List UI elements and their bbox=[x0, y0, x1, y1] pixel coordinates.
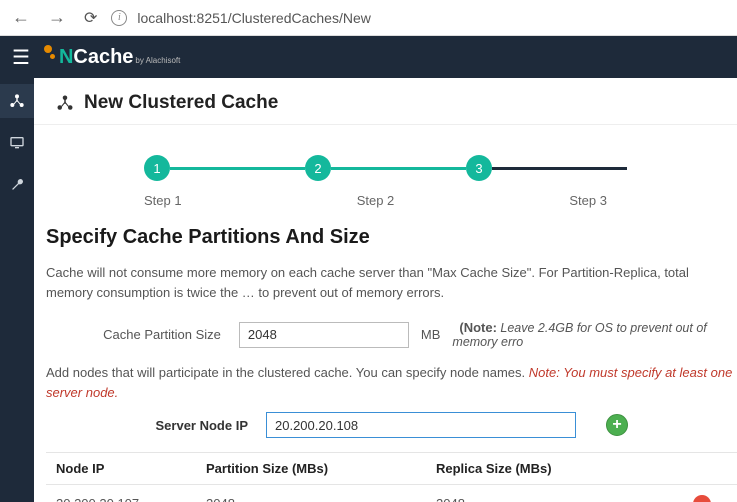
logo-part1: N bbox=[59, 46, 73, 69]
add-nodes-text: Add nodes that will participate in the c… bbox=[46, 365, 529, 380]
table-row: 20.200.20.107 2048 2048 bbox=[46, 485, 737, 502]
forward-icon[interactable]: → bbox=[44, 7, 70, 28]
col-node-ip: Node IP bbox=[46, 453, 196, 485]
section-description: Cache will not consume more memory on ea… bbox=[46, 263, 737, 302]
cell-ip: 20.200.20.107 bbox=[46, 485, 196, 502]
step-2-circle[interactable]: 2 bbox=[305, 155, 331, 181]
step-1-label: Step 1 bbox=[144, 193, 298, 208]
section-title: Specify Cache Partitions And Size bbox=[46, 226, 737, 249]
back-icon[interactable]: ← bbox=[8, 7, 34, 28]
monitor-icon bbox=[9, 135, 25, 151]
server-node-row: Server Node IP + bbox=[46, 412, 737, 438]
add-nodes-desc: Add nodes that will participate in the c… bbox=[46, 363, 737, 402]
col-replica-size: Replica Size (MBs) bbox=[426, 453, 667, 485]
step-2-label: Step 2 bbox=[298, 193, 452, 208]
server-node-label: Server Node IP bbox=[46, 418, 254, 433]
partition-note: (Note: Leave 2.4GB for OS to prevent out… bbox=[452, 320, 737, 349]
sidebar-item-cluster[interactable] bbox=[0, 84, 34, 118]
page-title: New Clustered Cache bbox=[84, 92, 278, 114]
partition-size-input[interactable] bbox=[239, 322, 409, 348]
step-line-1-2 bbox=[170, 167, 305, 170]
wrench-icon bbox=[9, 177, 25, 193]
logo-subtitle: by Alachisoft bbox=[135, 56, 180, 65]
partition-size-label: Cache Partition Size bbox=[46, 327, 227, 342]
nodes-table: Node IP Partition Size (MBs) Replica Siz… bbox=[46, 452, 737, 502]
step-line-3-end bbox=[492, 167, 627, 170]
logo-dot-icon bbox=[50, 54, 55, 59]
sidebar-item-monitor[interactable] bbox=[0, 126, 34, 160]
cluster-icon bbox=[9, 93, 25, 109]
cell-rsize: 2048 bbox=[426, 485, 667, 502]
note-prefix: (Note: bbox=[459, 320, 497, 335]
step-line-2-3 bbox=[331, 167, 466, 170]
form-content: Specify Cache Partitions And Size Cache … bbox=[34, 226, 737, 502]
app-topbar: ☰ NCache by Alachisoft bbox=[0, 36, 737, 78]
hamburger-icon[interactable]: ☰ bbox=[12, 45, 30, 70]
cluster-icon bbox=[56, 94, 74, 112]
info-icon[interactable]: i bbox=[111, 10, 127, 26]
step-1-circle[interactable]: 1 bbox=[144, 155, 170, 181]
partition-size-unit: MB bbox=[421, 327, 441, 342]
logo-part2: Cache bbox=[73, 46, 133, 69]
step-3-label: Step 3 bbox=[453, 193, 627, 208]
cell-psize: 2048 bbox=[196, 485, 426, 502]
partition-size-row: Cache Partition Size MB (Note: Leave 2.4… bbox=[46, 320, 737, 349]
col-actions bbox=[667, 453, 737, 485]
page-header: New Clustered Cache bbox=[34, 78, 737, 125]
reload-icon[interactable]: ⟳ bbox=[80, 8, 101, 28]
add-node-button[interactable]: + bbox=[606, 414, 628, 436]
plus-icon: + bbox=[612, 416, 621, 434]
browser-chrome: ← → ⟳ i localhost:8251/ClusteredCaches/N… bbox=[0, 0, 737, 36]
step-labels: Step 1 Step 2 Step 3 bbox=[34, 189, 737, 226]
main-content: New Clustered Cache 1 2 3 Step 1 Step 2 … bbox=[34, 78, 737, 502]
wizard-stepper: 1 2 3 bbox=[34, 125, 737, 189]
sidebar bbox=[0, 78, 34, 502]
remove-node-button[interactable] bbox=[693, 495, 711, 502]
sidebar-item-tools[interactable] bbox=[0, 168, 34, 202]
app-logo: NCache by Alachisoft bbox=[44, 46, 180, 69]
col-partition-size: Partition Size (MBs) bbox=[196, 453, 426, 485]
logo-dot-icon bbox=[44, 45, 52, 53]
url-text: localhost:8251/ClusteredCaches/New bbox=[137, 10, 370, 26]
server-node-input[interactable] bbox=[266, 412, 576, 438]
step-3-circle[interactable]: 3 bbox=[466, 155, 492, 181]
